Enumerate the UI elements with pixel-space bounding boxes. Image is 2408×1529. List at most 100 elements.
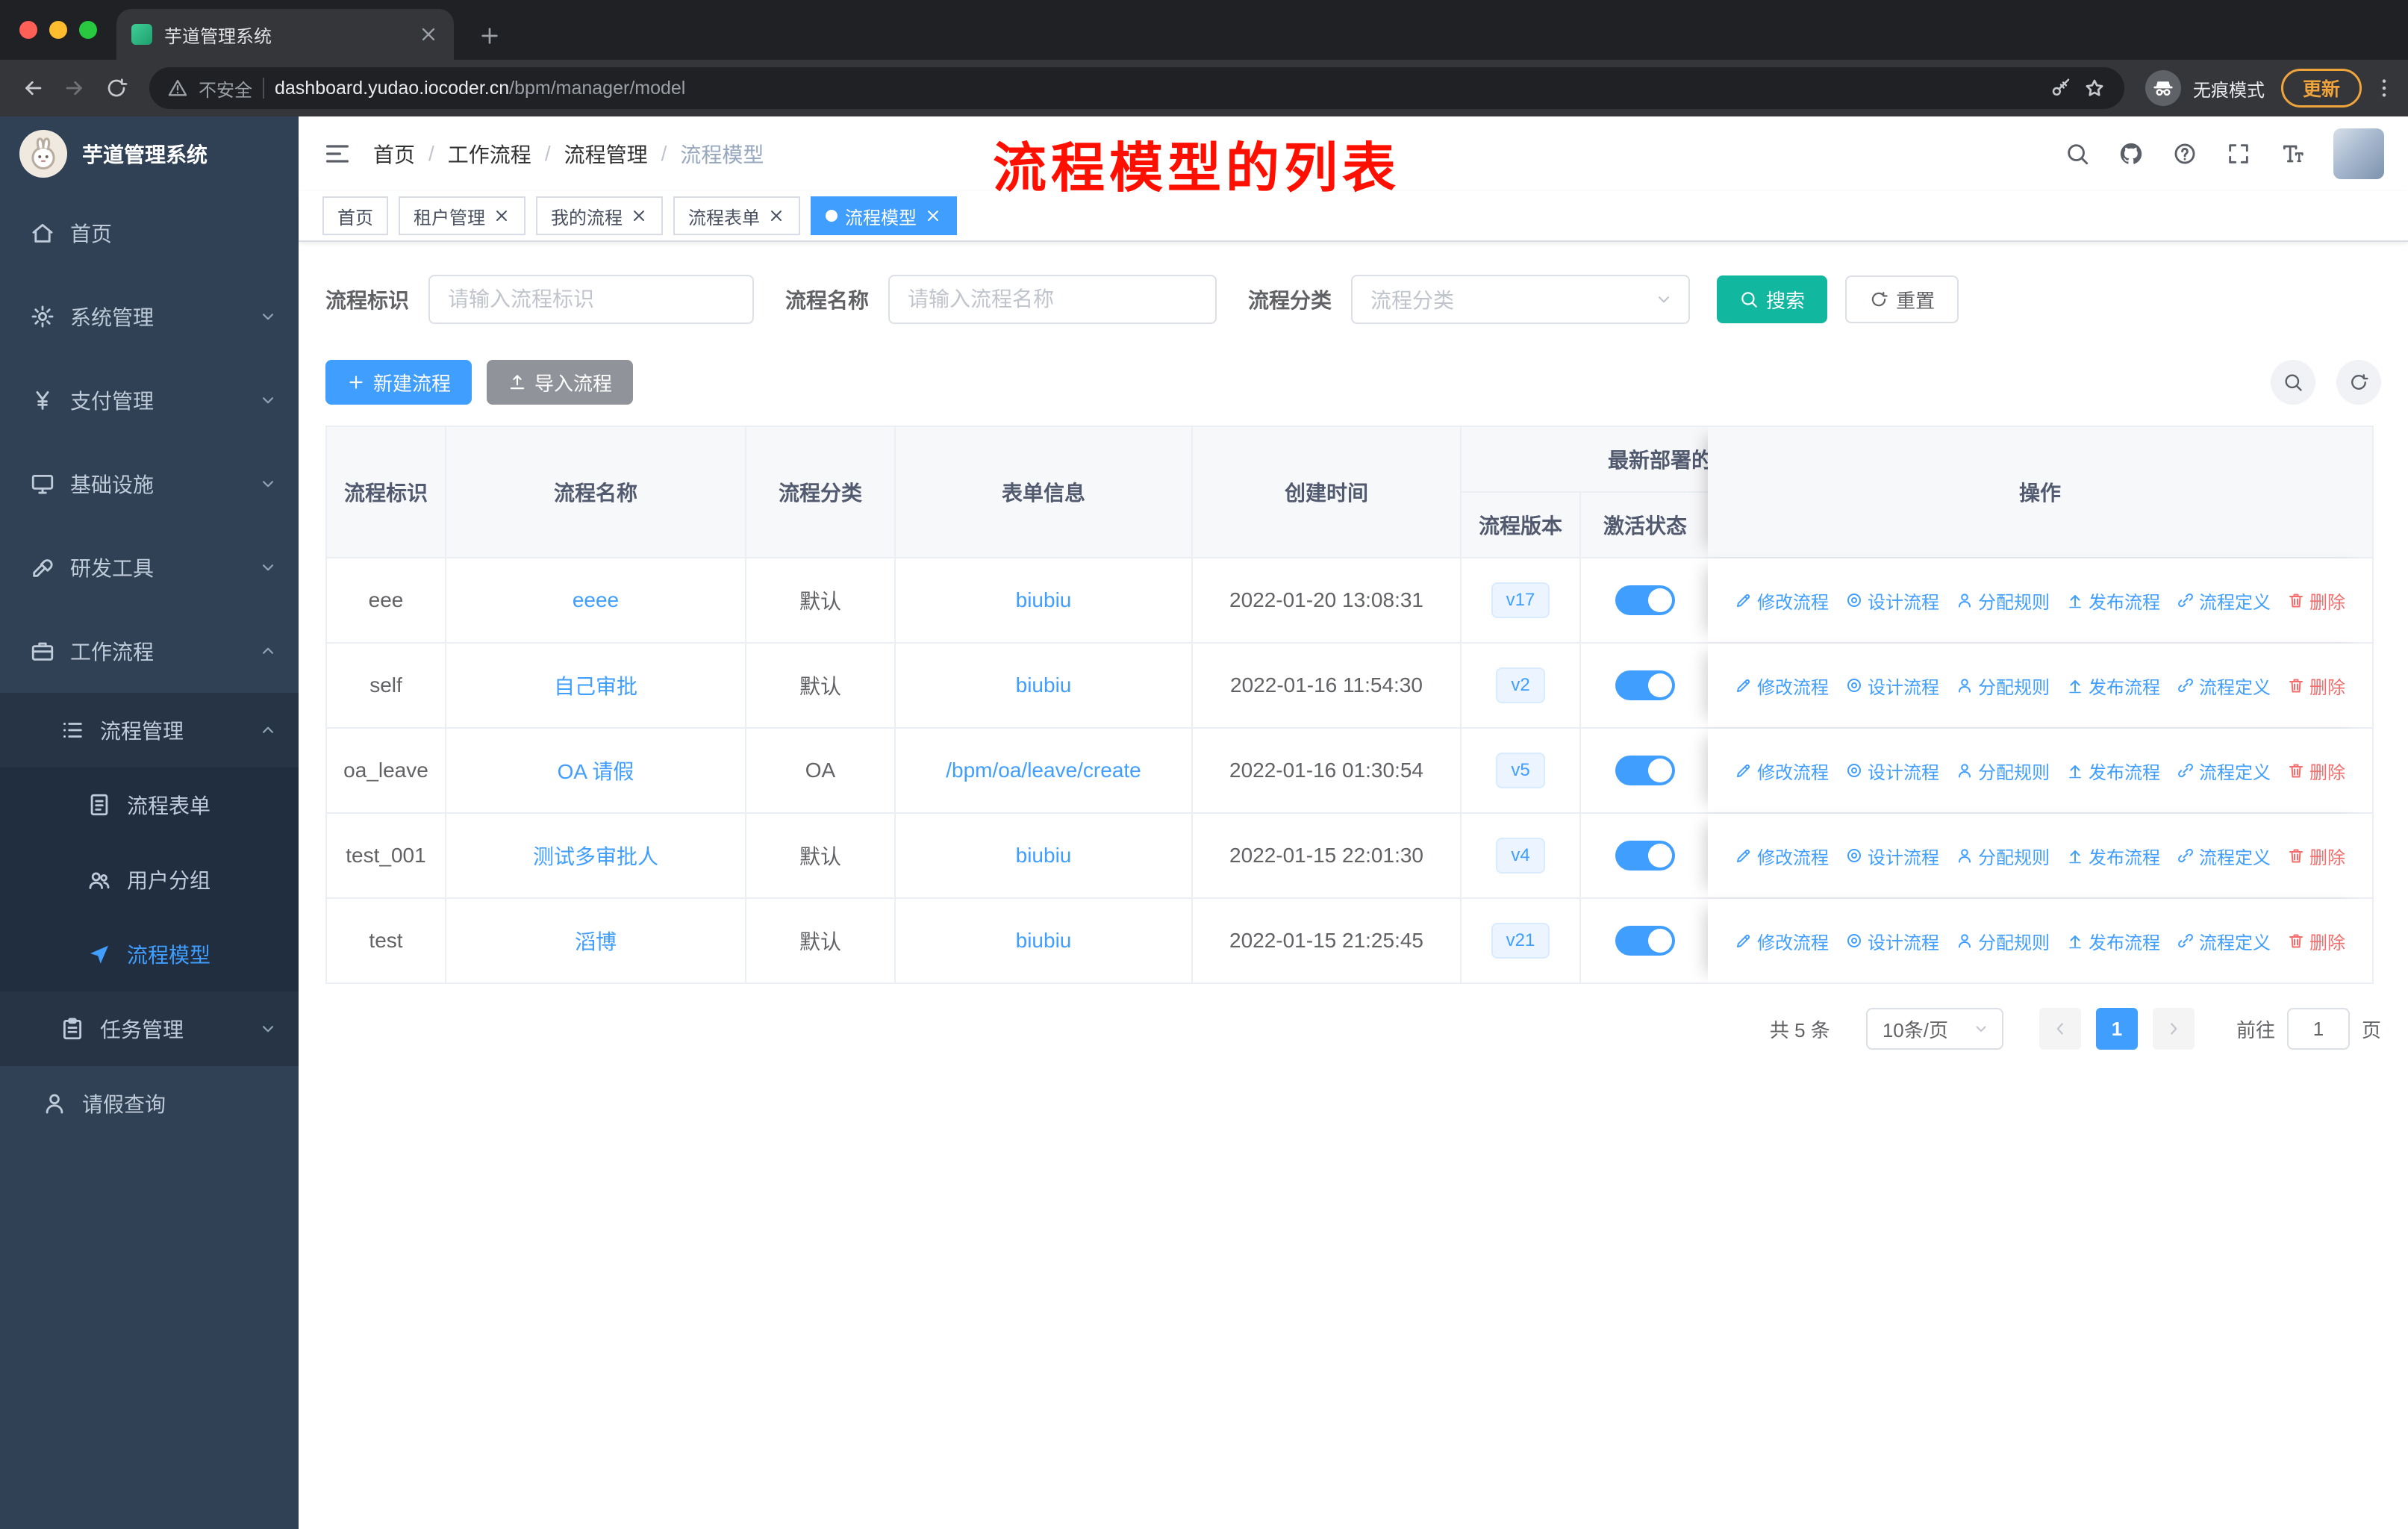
category-select[interactable]: 流程分类 [1351, 275, 1691, 324]
form-info-link[interactable]: biubiu [1016, 929, 1072, 953]
prev-page-button[interactable] [2039, 1008, 2081, 1050]
active-toggle[interactable] [1615, 585, 1675, 615]
design-process-button[interactable]: 设计流程 [1845, 758, 1939, 784]
create-process-button[interactable]: 新建流程 [325, 360, 472, 405]
sidebar-item-monitor[interactable]: 基础设施 [0, 442, 299, 526]
sidebar-item-yen[interactable]: 支付管理 [0, 358, 299, 442]
chrome-update-button[interactable]: 更新 [2280, 69, 2362, 108]
link-process-button[interactable]: 流程定义 [2177, 928, 2271, 954]
browser-menu-button[interactable] [2372, 76, 2396, 100]
design-process-button[interactable]: 设计流程 [1845, 588, 1939, 614]
sidebar-item-tool[interactable]: 研发工具 [0, 526, 299, 609]
process-name-link[interactable]: 自己审批 [554, 670, 637, 700]
sidebar-item-users[interactable]: 用户分组 [0, 842, 299, 917]
publish-process-button[interactable]: 发布流程 [2066, 673, 2160, 699]
link-process-button[interactable]: 流程定义 [2177, 758, 2271, 784]
form-info-link[interactable]: biubiu [1016, 673, 1072, 697]
design-process-button[interactable]: 设计流程 [1845, 673, 1939, 699]
publish-process-button[interactable]: 发布流程 [2066, 843, 2160, 869]
tag-chip-0[interactable]: 首页 [322, 196, 388, 235]
user-avatar[interactable] [2333, 128, 2384, 179]
sidebar-item-gear[interactable]: 系统管理 [0, 275, 299, 358]
sidebar-item-send[interactable]: 流程模型 [0, 917, 299, 991]
delete-process-button[interactable]: 删除 [2287, 843, 2345, 869]
breadcrumb-item-home[interactable]: 首页 [373, 139, 415, 169]
sidebar-item-doc[interactable]: 流程表单 [0, 767, 299, 842]
page-size-select[interactable]: 10条/页 [1865, 1008, 2003, 1050]
process-key-input[interactable] [428, 275, 755, 324]
process-name-link[interactable]: eeee [573, 588, 619, 612]
sidebar-item-home[interactable]: 首页 [0, 191, 299, 275]
active-toggle[interactable] [1615, 926, 1675, 956]
help-icon[interactable] [2172, 141, 2198, 166]
active-toggle[interactable] [1615, 841, 1675, 871]
design-process-button[interactable]: 设计流程 [1845, 843, 1939, 869]
page-1-button[interactable]: 1 [2095, 1008, 2138, 1050]
window-minimize-button[interactable] [49, 21, 67, 39]
sidebar-collapse-button[interactable] [322, 139, 352, 169]
close-icon[interactable] [493, 207, 511, 225]
table-refresh-button[interactable] [2336, 360, 2381, 405]
assign-process-button[interactable]: 分配规则 [1956, 758, 2050, 784]
edit-process-button[interactable]: 修改流程 [1735, 588, 1829, 614]
delete-process-button[interactable]: 删除 [2287, 758, 2345, 784]
import-process-button[interactable]: 导入流程 [487, 360, 634, 405]
link-process-button[interactable]: 流程定义 [2177, 588, 2271, 614]
table-search-button[interactable] [2271, 360, 2315, 405]
tab-close-icon[interactable] [418, 24, 439, 45]
tag-chip-4[interactable]: 流程模型 [811, 196, 957, 235]
process-name-link[interactable]: 滔博 [575, 926, 617, 956]
forward-button[interactable] [54, 67, 96, 109]
active-toggle[interactable] [1615, 756, 1675, 785]
breadcrumb-item-workflow[interactable]: 工作流程 [448, 139, 531, 169]
edit-process-button[interactable]: 修改流程 [1735, 758, 1829, 784]
tag-chip-3[interactable]: 流程表单 [673, 196, 800, 235]
next-page-button[interactable] [2152, 1008, 2195, 1050]
active-toggle[interactable] [1615, 670, 1675, 700]
close-icon[interactable] [630, 207, 648, 225]
sidebar-item-user[interactable]: 请假查询 [0, 1066, 299, 1141]
browser-tab[interactable]: 芋道管理系统 [116, 9, 454, 60]
font-size-icon[interactable] [2280, 141, 2305, 166]
goto-page-input[interactable] [2286, 1008, 2350, 1050]
sidebar-item-task[interactable]: 任务管理 [0, 991, 299, 1066]
github-icon[interactable] [2118, 141, 2144, 166]
window-zoom-button[interactable] [79, 21, 97, 39]
delete-process-button[interactable]: 删除 [2287, 673, 2345, 699]
assign-process-button[interactable]: 分配规则 [1956, 673, 2050, 699]
link-process-button[interactable]: 流程定义 [2177, 673, 2271, 699]
password-key-icon[interactable] [2050, 77, 2072, 99]
delete-process-button[interactable]: 删除 [2287, 588, 2345, 614]
process-name-input[interactable] [888, 275, 1217, 324]
header-search-icon[interactable] [2065, 141, 2090, 166]
bookmark-star-icon[interactable] [2083, 76, 2106, 100]
process-name-link[interactable]: OA 请假 [558, 756, 634, 785]
tag-chip-2[interactable]: 我的流程 [536, 196, 663, 235]
back-button[interactable] [12, 67, 54, 109]
assign-process-button[interactable]: 分配规则 [1956, 928, 2050, 954]
new-tab-button[interactable] [478, 24, 502, 48]
assign-process-button[interactable]: 分配规则 [1956, 588, 2050, 614]
process-name-link[interactable]: 测试多审批人 [533, 841, 658, 871]
delete-process-button[interactable]: 删除 [2287, 928, 2345, 954]
form-info-link[interactable]: /bpm/oa/leave/create [946, 759, 1141, 782]
reset-button[interactable]: 重置 [1845, 275, 1959, 323]
fullscreen-icon[interactable] [2226, 141, 2251, 166]
publish-process-button[interactable]: 发布流程 [2066, 758, 2160, 784]
address-bar[interactable]: 不安全 dashboard.yudao.iocoder.cn/bpm/manag… [149, 67, 2124, 109]
app-logo[interactable]: 芋道管理系统 [0, 116, 299, 191]
assign-process-button[interactable]: 分配规则 [1956, 843, 2050, 869]
link-process-button[interactable]: 流程定义 [2177, 843, 2271, 869]
tag-chip-1[interactable]: 租户管理 [399, 196, 525, 235]
edit-process-button[interactable]: 修改流程 [1735, 673, 1829, 699]
sidebar-item-list[interactable]: 流程管理 [0, 693, 299, 767]
sidebar-item-briefcase[interactable]: 工作流程 [0, 609, 299, 693]
edit-process-button[interactable]: 修改流程 [1735, 843, 1829, 869]
close-icon[interactable] [924, 207, 942, 225]
window-close-button[interactable] [19, 21, 37, 39]
security-label[interactable]: 不安全 [199, 75, 252, 102]
breadcrumb-item-process-mgmt[interactable]: 流程管理 [564, 139, 648, 169]
reload-button[interactable] [96, 67, 137, 109]
publish-process-button[interactable]: 发布流程 [2066, 588, 2160, 614]
form-info-link[interactable]: biubiu [1016, 844, 1072, 868]
